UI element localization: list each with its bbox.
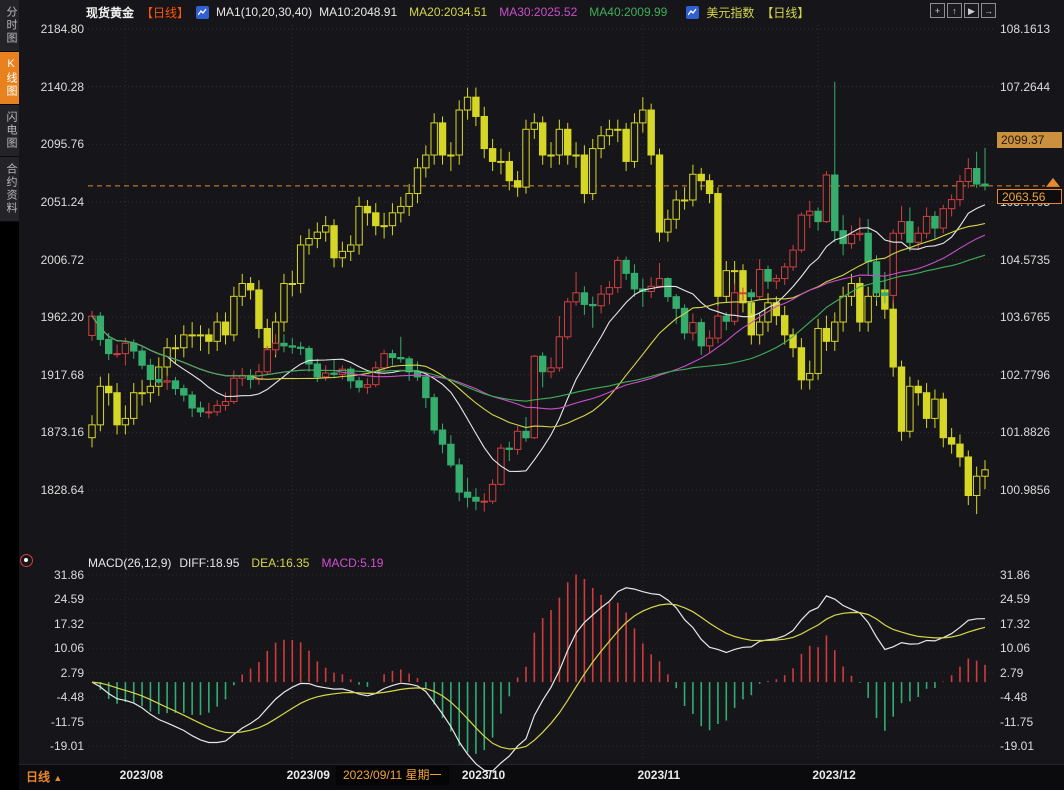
macd-axis-label-right: 17.32 [1000, 617, 1062, 631]
price-axis-label: 1917.68 [22, 368, 84, 382]
indicator-settings-icon[interactable] [20, 554, 33, 567]
usd-axis-label: 100.9856 [1000, 483, 1062, 497]
ma-value: MA10:2048.91 [319, 5, 397, 19]
price-axis-label: 2051.24 [22, 195, 84, 209]
trading-app-window: 分时图K线图闪电图合约资料 现货黄金 【日线】 MA1(10,20,30,40)… [0, 0, 1064, 790]
macd-axis-label-right: 31.86 [1000, 568, 1062, 582]
sidebar-tab-3[interactable]: 合约资料 [0, 157, 19, 222]
high-price-badge: 2099.37 [997, 132, 1062, 148]
symbol-period-tag: 【日线】 [141, 4, 189, 21]
chart-line-icon[interactable] [196, 6, 209, 19]
axis-overlay: 2184.80 2140.28 2095.76 2051.24 2006.72 1962.… [0, 0, 1064, 790]
sidebar-tab-2[interactable]: 闪电图 [0, 105, 19, 157]
price-axis-label: 2184.80 [22, 22, 84, 36]
ma-value: MA40:2009.99 [589, 5, 667, 19]
usd-axis-label: 102.7796 [1000, 368, 1062, 382]
macd-diff-value: DIFF:18.95 [179, 556, 239, 570]
collapse-right-icon[interactable]: → [981, 3, 996, 18]
chart-header: 现货黄金 【日线】 MA1(10,20,30,40) MA10:2048.91M… [86, 4, 809, 20]
overlay-period-tag: 【日线】 [761, 4, 809, 21]
sidebar-tab-1[interactable]: K线图 [0, 52, 19, 105]
macd-axis-label-left: 24.59 [22, 592, 84, 606]
crosshair-date-badge: 2023/09/11 星期一 [336, 766, 449, 785]
ma-value: MA30:2025.52 [499, 5, 577, 19]
chart-canvas[interactable] [0, 0, 1064, 790]
ma-group-label: MA1(10,20,30,40) [216, 5, 312, 19]
bottom-bar [0, 764, 1064, 790]
period-selector[interactable]: 日线 ▲ [26, 768, 62, 785]
zoom-horizontal-icon[interactable]: ▶ [964, 3, 979, 18]
macd-macd-value: MACD:5.19 [321, 556, 383, 570]
macd-axis-label-right: -19.01 [1000, 739, 1062, 753]
dropdown-arrow-icon: ▲ [53, 773, 62, 783]
macd-axis-label-right: 10.06 [1000, 641, 1062, 655]
symbol-name: 现货黄金 [86, 4, 134, 21]
ma-legend: MA10:2048.91 MA20:2034.51 MA30:2025.52 MA40… [319, 5, 679, 19]
macd-axis-label-left: 2.79 [22, 666, 84, 680]
macd-axis-label-right: 2.79 [1000, 666, 1062, 680]
usd-axis-label: 108.1613 [1000, 22, 1062, 36]
pan-icon[interactable]: + [930, 3, 945, 18]
price-axis-label: 2006.72 [22, 253, 84, 267]
usd-axis-label: 104.5735 [1000, 253, 1062, 267]
macd-axis-label-left: -19.01 [22, 739, 84, 753]
last-price-badge: 2063.56 [997, 189, 1062, 204]
price-axis-label: 1962.20 [22, 310, 84, 324]
ma-value: MA20:2034.51 [409, 5, 487, 19]
price-axis-label: 1828.64 [22, 483, 84, 497]
macd-axis-label-right: -11.75 [1000, 715, 1062, 729]
macd-title: MACD(26,12,9) [88, 556, 171, 570]
chart-toolbar: +↑▶→ [930, 3, 996, 18]
price-axis-label: 2095.76 [22, 137, 84, 151]
macd-axis-label-left: 31.86 [22, 568, 84, 582]
macd-header: MACD(26,12,9) DIFF:18.95 DEA:16.35 MACD:… [88, 556, 383, 570]
macd-axis-label-right: -4.48 [1000, 690, 1062, 704]
price-axis-label: 2140.28 [22, 80, 84, 94]
macd-dea-value: DEA:16.35 [251, 556, 309, 570]
macd-axis-label-left: 10.06 [22, 641, 84, 655]
usd-axis-label: 107.2644 [1000, 80, 1062, 94]
zoom-vertical-icon[interactable]: ↑ [947, 3, 962, 18]
left-sidebar: 分时图K线图闪电图合约资料 [0, 0, 19, 790]
usd-axis-label: 101.8826 [1000, 425, 1062, 439]
sidebar-tab-0[interactable]: 分时图 [0, 0, 19, 52]
macd-axis-label-left: -4.48 [22, 690, 84, 704]
overlay-symbol-name: 美元指数 [706, 4, 754, 21]
macd-axis-label-left: 17.32 [22, 617, 84, 631]
macd-axis-label-left: -11.75 [22, 715, 84, 729]
price-axis-label: 1873.16 [22, 425, 84, 439]
overlay-chart-icon[interactable] [686, 6, 699, 19]
usd-axis-label: 103.6765 [1000, 310, 1062, 324]
macd-axis-label-right: 24.59 [1000, 592, 1062, 606]
